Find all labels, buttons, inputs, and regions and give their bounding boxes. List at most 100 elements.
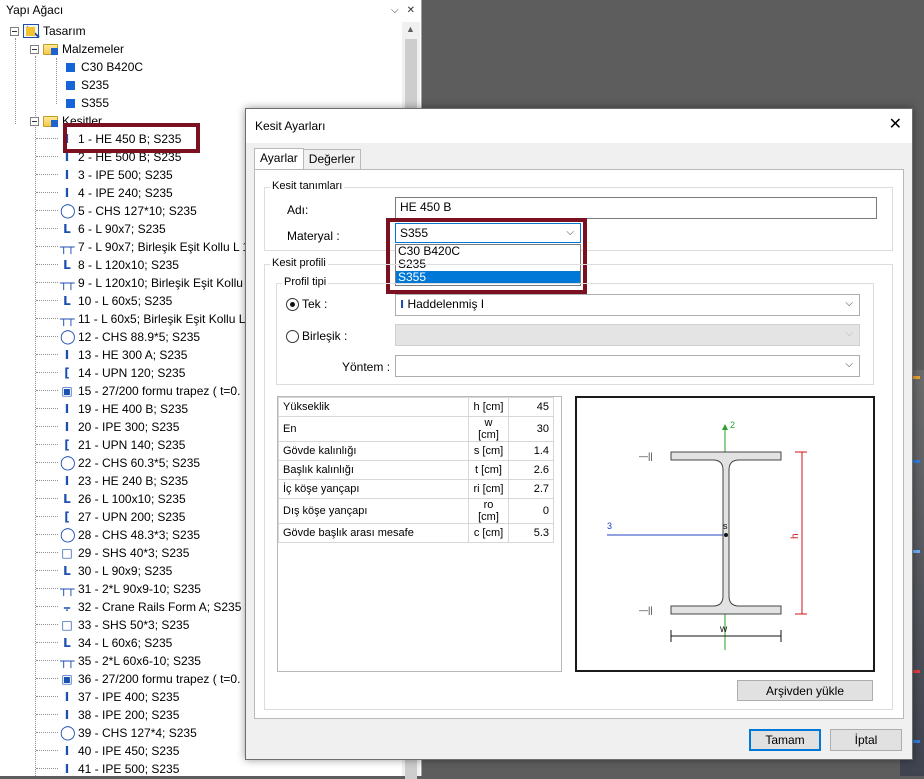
tab-settings[interactable]: Ayarlar bbox=[254, 148, 304, 169]
tree-section-label: 41 - IPE 500; S235 bbox=[78, 762, 180, 776]
tree-material-item[interactable]: C30 B420C bbox=[64, 58, 143, 76]
property-value[interactable]: 0 bbox=[508, 498, 554, 524]
property-name: Dış köşe yançapı bbox=[278, 498, 469, 524]
radio-combined[interactable]: Birleşik : bbox=[286, 329, 347, 343]
tree-section-label: 38 - IPE 200; S235 bbox=[78, 708, 180, 722]
tree-section-label: 40 - IPE 450; S235 bbox=[78, 744, 180, 758]
tree-section-item[interactable]: I 37 - IPE 400; S235 bbox=[36, 688, 180, 706]
tree-section-item[interactable]: [27 - UPN 200; S235 bbox=[36, 508, 185, 526]
tree-section-item[interactable]: ┬┬ 7 - L 90x7; Birleşik Eşit Kollu L 1 bbox=[36, 238, 249, 256]
property-value[interactable]: 45 bbox=[508, 397, 554, 417]
tree-section-item[interactable]: L 8 - L 120x10; S235 bbox=[36, 256, 179, 274]
tree-section-item[interactable]: □ 33 - SHS 50*3; S235 bbox=[36, 616, 189, 634]
i-beam-icon: I bbox=[64, 744, 70, 758]
tab-values[interactable]: Değerler bbox=[302, 149, 361, 169]
property-value[interactable]: 30 bbox=[508, 416, 554, 442]
tree-section-item[interactable]: I 4 - IPE 240; S235 bbox=[36, 184, 173, 202]
tree-section-label: 26 - L 100x10; S235 bbox=[78, 492, 186, 506]
chevron-down-icon: ⌵ bbox=[845, 328, 853, 339]
chevron-down-icon: ⌵ bbox=[845, 359, 853, 370]
tree-section-item[interactable]: L 10 - L 60x5; S235 bbox=[36, 292, 172, 310]
tree-section-item[interactable]: L 34 - L 60x6; S235 bbox=[36, 634, 172, 652]
property-value[interactable]: 2.7 bbox=[508, 479, 554, 499]
tree-section-item[interactable]: I 40 - IPE 450; S235 bbox=[36, 742, 180, 760]
tree-section-item[interactable]: ◯ 12 - CHS 88.9*5; S235 bbox=[36, 328, 200, 346]
tree-section-item[interactable]: ⨪ 32 - Crane Rails Form A; S235 bbox=[36, 598, 241, 616]
circle-icon: ◯ bbox=[60, 725, 76, 741]
tree-section-item[interactable]: L 30 - L 90x9; S235 bbox=[36, 562, 172, 580]
double-angle-icon: ┬┬ bbox=[60, 582, 75, 596]
angle-icon: L bbox=[63, 258, 71, 272]
tree-section-item[interactable]: ◯ 22 - CHS 60.3*5; S235 bbox=[36, 454, 200, 472]
collapse-icon[interactable] bbox=[30, 44, 39, 54]
tree-section-label: 6 - L 90x7; S235 bbox=[78, 222, 166, 236]
tree-section-label: 19 - HE 400 B; S235 bbox=[78, 402, 189, 416]
tree-material-item[interactable]: S355 bbox=[64, 94, 109, 112]
tree-section-item[interactable]: I 41 - IPE 500; S235 bbox=[36, 760, 180, 778]
tree-section-item[interactable]: ▣ 15 - 27/200 formu trapez ( t=0. bbox=[36, 382, 240, 400]
cancel-button[interactable]: İptal bbox=[830, 729, 902, 751]
load-from-archive-button[interactable]: Arşivden yükle bbox=[737, 680, 873, 701]
height-label: h bbox=[790, 533, 801, 539]
tree-section-item[interactable]: ◯ 28 - CHS 48.3*3; S235 bbox=[36, 526, 200, 544]
ok-button[interactable]: Tamam bbox=[749, 729, 821, 751]
tree-section-item[interactable]: [21 - UPN 140; S235 bbox=[36, 436, 185, 454]
scroll-up-icon[interactable]: ▲ bbox=[406, 24, 415, 34]
property-name: İç köşe yançapı bbox=[278, 479, 469, 499]
close-panel-icon[interactable]: ✕ bbox=[407, 5, 415, 16]
tree-section-item[interactable]: ┬┬ 31 - 2*L 90x9-10; S235 bbox=[36, 580, 201, 598]
tree-material-item[interactable]: S235 bbox=[64, 76, 109, 94]
radio-single[interactable]: Tek : bbox=[286, 297, 327, 311]
tree-section-item[interactable]: ┬┬ 35 - 2*L 60x6-10; S235 bbox=[36, 652, 201, 670]
radio-button[interactable] bbox=[286, 329, 299, 343]
tree-root-design[interactable]: Tasarım bbox=[10, 22, 86, 40]
property-value[interactable]: 2.6 bbox=[508, 460, 554, 480]
pin-icon[interactable]: ⌵ bbox=[391, 5, 399, 16]
tree-section-item[interactable]: ┬┬ 9 - L 120x10; Birleşik Eşit Kollu bbox=[36, 274, 243, 292]
angle-icon: L bbox=[63, 564, 71, 578]
property-name: En bbox=[278, 416, 469, 442]
property-value[interactable]: 5.3 bbox=[508, 523, 554, 543]
property-row: En w [cm] 30 bbox=[278, 416, 554, 442]
tree-section-item[interactable]: I 3 - IPE 500; S235 bbox=[36, 166, 173, 184]
tree-section-item[interactable]: □ 29 - SHS 40*3; S235 bbox=[36, 544, 190, 562]
properties-table: Yükseklik h [cm] 45 En w [cm] 30 Gövde kalınlı… bbox=[278, 397, 554, 543]
tree-section-item[interactable]: I 38 - IPE 200; S235 bbox=[36, 706, 180, 724]
tree-section-label: 29 - SHS 40*3; S235 bbox=[78, 546, 190, 560]
tree-section-item[interactable]: ◯ 5 - CHS 127*10; S235 bbox=[36, 202, 197, 220]
tree-section-item[interactable]: ┬┬ 11 - L 60x5; Birleşik Eşit Kollu L bbox=[36, 310, 245, 328]
circle-icon: ◯ bbox=[60, 455, 76, 471]
tree-section-item[interactable]: [14 - UPN 120; S235 bbox=[36, 364, 185, 382]
tab-strip: Ayarlar Değerler bbox=[254, 148, 361, 169]
circle-icon: ◯ bbox=[60, 329, 76, 345]
i-beam-icon: I bbox=[64, 186, 70, 200]
trapez-icon: ▣ bbox=[61, 384, 73, 398]
property-unit: w [cm] bbox=[468, 416, 509, 442]
width-label: w bbox=[719, 624, 728, 635]
i-beam-icon: I bbox=[64, 708, 70, 722]
property-name: Başlık kalınlığı bbox=[278, 460, 469, 480]
collapse-icon[interactable] bbox=[10, 26, 19, 36]
close-icon[interactable]: ✕ bbox=[889, 117, 902, 133]
dialog-titlebar: Kesit Ayarları ✕ bbox=[246, 109, 912, 143]
method-select[interactable]: ⌵ bbox=[395, 355, 860, 377]
tree-folder-materials[interactable]: Malzemeler bbox=[30, 40, 124, 58]
tree-section-item[interactable]: I 20 - IPE 300; S235 bbox=[36, 418, 179, 436]
single-profile-select[interactable]: I Haddelenmiş I ⌵ bbox=[395, 294, 860, 316]
tree-section-label: 9 - L 120x10; Birleşik Eşit Kollu bbox=[78, 276, 243, 290]
collapse-icon[interactable] bbox=[30, 116, 39, 126]
tree-section-label: 4 - IPE 240; S235 bbox=[78, 186, 173, 200]
i-beam-icon: I bbox=[64, 402, 70, 416]
tree-panel-header: Yapı Ağacı ⌵ ✕ bbox=[0, 0, 421, 20]
tree-section-item[interactable]: I 23 - HE 240 B; S235 bbox=[36, 472, 188, 490]
tree-section-item[interactable]: I 13 - HE 300 A; S235 bbox=[36, 346, 187, 364]
property-value[interactable]: 1.4 bbox=[508, 441, 554, 461]
tree-section-item[interactable]: L 26 - L 100x10; S235 bbox=[36, 490, 186, 508]
tree-section-item[interactable]: I 19 - HE 400 B; S235 bbox=[36, 400, 189, 418]
tree-section-item[interactable]: ◯ 39 - CHS 127*4; S235 bbox=[36, 724, 197, 742]
tree-section-item[interactable]: L 6 - L 90x7; S235 bbox=[36, 220, 166, 238]
radio-button-checked[interactable] bbox=[286, 297, 299, 311]
tree-section-label: 37 - IPE 400; S235 bbox=[78, 690, 180, 704]
tree-section-item[interactable]: ▣ 36 - 27/200 formu trapez ( t=0. bbox=[36, 670, 240, 688]
name-input[interactable]: HE 450 B bbox=[395, 197, 877, 219]
